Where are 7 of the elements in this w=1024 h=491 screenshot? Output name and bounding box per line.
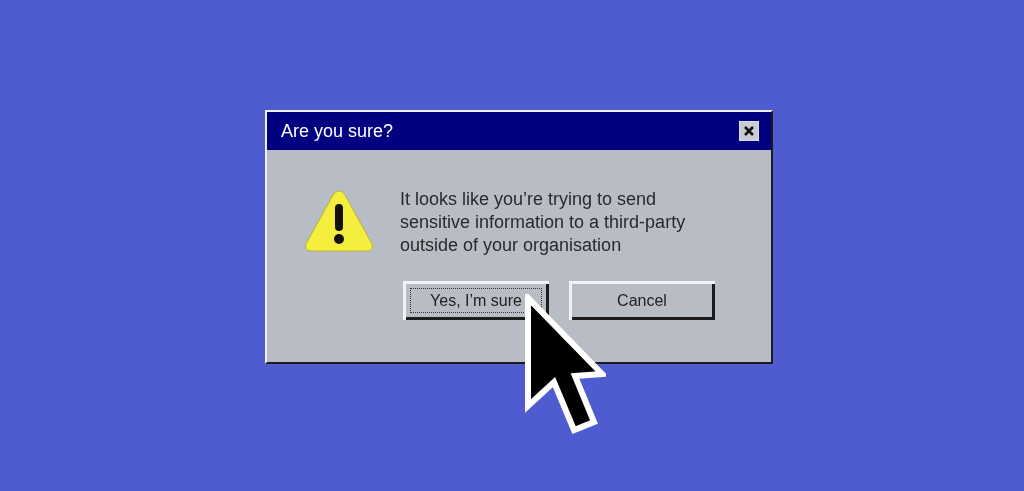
dialog-button[interactable]: Cancel [569,281,715,320]
window-title: Are you sure? [281,120,394,142]
dialog-button[interactable]: Yes, I’m sure [403,281,549,320]
warning-icon [303,188,375,254]
close-icon[interactable] [739,121,759,141]
cursor-icon [524,294,606,436]
warning-message: It looks like you’re trying to send sensitive information to a third-party outside of your organisation [400,188,687,257]
